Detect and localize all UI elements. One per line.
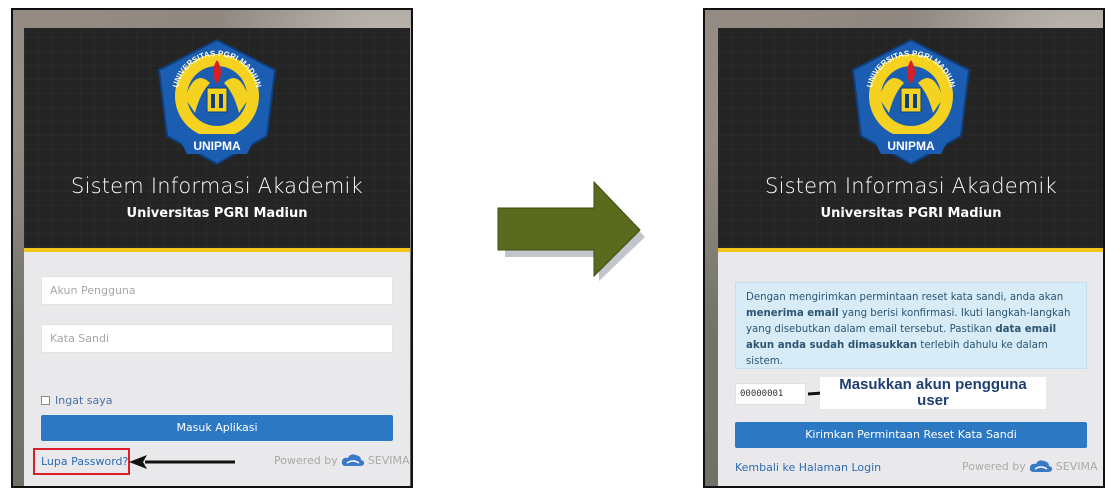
- username-input[interactable]: 00000001: [735, 383, 806, 405]
- sevima-cloud-icon: [1029, 460, 1052, 472]
- unipma-logo-icon: UNIPMA UNIVERSITAS PGRI MADIUN: [157, 38, 277, 166]
- app-title: Sistem Informasi Akademik: [71, 174, 363, 198]
- sevima-cloud-icon: [341, 454, 364, 466]
- unipma-logo-icon: UNIPMA UNIVERSITAS PGRI MADIUN: [851, 38, 971, 166]
- password-input[interactable]: Kata Sandi: [41, 324, 393, 353]
- powered-by-label: Powered by: [274, 453, 338, 467]
- powered-by: Powered by SEVIMA: [274, 453, 409, 467]
- info-alert: Dengan mengirimkan permintaan reset kata…: [735, 282, 1087, 369]
- info-bold: menerima email: [746, 308, 839, 319]
- login-header: UNIPMA UNIVERSITAS PGRI MADIUN Sistem In…: [24, 28, 410, 252]
- remember-me-row[interactable]: Ingat saya: [41, 394, 112, 407]
- powered-by-label: Powered by: [962, 459, 1026, 473]
- reset-card: UNIPMA UNIVERSITAS PGRI MADIUN Sistem In…: [718, 28, 1103, 486]
- login-card: UNIPMA UNIVERSITAS PGRI MADIUN Sistem In…: [24, 28, 410, 486]
- username-input[interactable]: Akun Pengguna: [41, 276, 393, 305]
- university-name: Universitas PGRI Madiun: [820, 206, 1002, 221]
- sevima-brand: SEVIMA: [367, 453, 410, 467]
- remember-checkbox[interactable]: [41, 396, 50, 405]
- next-step-arrow-icon: [497, 180, 645, 281]
- highlight-box: [33, 448, 130, 475]
- powered-by: Powered by SEVIMA: [962, 459, 1097, 473]
- login-button[interactable]: Masuk Aplikasi: [41, 415, 393, 441]
- tutorial-figure: UNIPMA UNIVERSITAS PGRI MADIUN Sistem In…: [0, 0, 1108, 493]
- logo-bottom-text: UNIPMA: [193, 139, 241, 153]
- logo-bottom-text: UNIPMA: [887, 139, 935, 153]
- info-text: Dengan mengirimkan permintaan reset kata…: [746, 292, 1064, 303]
- login-screenshot: UNIPMA UNIVERSITAS PGRI MADIUN Sistem In…: [11, 8, 413, 488]
- university-name: Universitas PGRI Madiun: [126, 206, 308, 221]
- sevima-brand: SEVIMA: [1055, 459, 1098, 473]
- annotation-text: Masukkan akun pengguna user: [820, 377, 1046, 409]
- pointer-arrow-icon: [129, 455, 235, 469]
- send-reset-button[interactable]: Kirimkan Permintaan Reset Kata Sandi: [735, 422, 1087, 448]
- reset-header: UNIPMA UNIVERSITAS PGRI MADIUN Sistem In…: [718, 28, 1103, 252]
- back-to-login-link[interactable]: Kembali ke Halaman Login: [735, 461, 881, 474]
- app-title: Sistem Informasi Akademik: [765, 174, 1057, 198]
- remember-label: Ingat saya: [55, 394, 113, 407]
- reset-password-screenshot: UNIPMA UNIVERSITAS PGRI MADIUN Sistem In…: [703, 8, 1105, 488]
